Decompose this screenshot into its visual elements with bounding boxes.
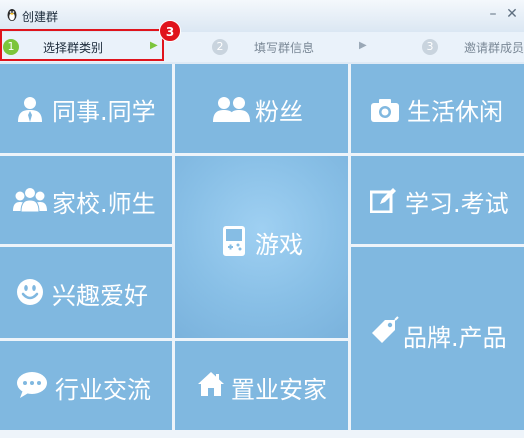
- house-icon: [198, 372, 224, 396]
- category-label: 家校.师生: [52, 190, 156, 218]
- chat-bubble-icon: [17, 372, 47, 398]
- step-arrow-icon: ▶: [359, 40, 367, 51]
- close-button[interactable]: ✕: [505, 7, 519, 21]
- tag-icon: [372, 316, 399, 343]
- category-tile-housing[interactable]: 置业安家: [175, 341, 348, 430]
- category-tile-games[interactable]: 游戏: [175, 156, 348, 338]
- category-label: 行业交流: [55, 376, 151, 404]
- category-tile-colleagues[interactable]: 同事.同学: [0, 64, 172, 153]
- category-label: 同事.同学: [52, 98, 156, 126]
- gamepad-icon: [223, 226, 245, 256]
- category-label: 置业安家: [231, 376, 327, 404]
- person-icon: [18, 97, 42, 122]
- step-highlight-box: [0, 29, 164, 61]
- people-icon: [213, 97, 250, 122]
- step-2-number: 2: [212, 39, 228, 55]
- category-tile-lifestyle[interactable]: 生活休闲: [351, 64, 524, 153]
- step-3-label: 邀请群成员: [464, 41, 524, 55]
- category-tile-hobbies[interactable]: 兴趣爱好: [0, 247, 172, 338]
- teacher-students-icon: [13, 187, 47, 212]
- category-grid: 同事.同学 粉丝 生活休闲 家校.师生 游戏 学习.考试 兴趣爱好 品牌.产品 …: [0, 64, 524, 438]
- step-2-label: 填写群信息: [254, 41, 315, 55]
- category-label: 品牌.产品: [403, 324, 507, 352]
- window-title: 创建群: [22, 10, 59, 24]
- camera-icon: [371, 99, 399, 122]
- category-label: 兴趣爱好: [52, 282, 148, 310]
- qq-penguin-icon: [7, 9, 17, 21]
- category-tile-study[interactable]: 学习.考试: [351, 156, 524, 244]
- category-tile-brands[interactable]: 品牌.产品: [351, 247, 524, 430]
- category-tile-industry[interactable]: 行业交流: [0, 341, 172, 430]
- annotation-badge: 3: [159, 20, 181, 42]
- edit-icon: [370, 188, 396, 213]
- step-3-number: 3: [422, 39, 438, 55]
- category-label: 生活休闲: [407, 98, 503, 126]
- minimize-button[interactable]: –: [486, 7, 500, 21]
- category-label: 粉丝: [255, 98, 303, 126]
- category-tile-school[interactable]: 家校.师生: [0, 156, 172, 244]
- category-tile-fans[interactable]: 粉丝: [175, 64, 348, 153]
- smile-icon: [17, 279, 43, 305]
- category-label: 学习.考试: [405, 190, 509, 218]
- category-label: 游戏: [255, 231, 303, 259]
